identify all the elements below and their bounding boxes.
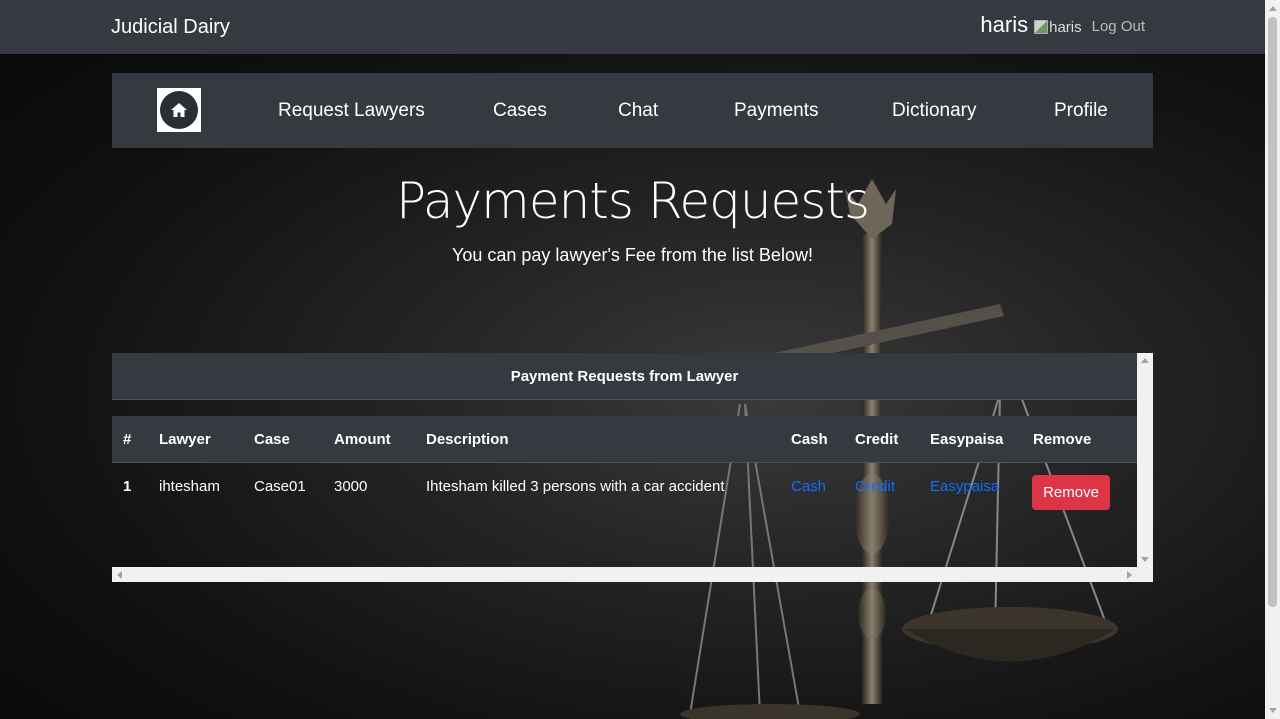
row-description: Ihtesham killed 3 persons with a car acc… — [426, 478, 725, 495]
table-horizontal-scrollbar[interactable] — [112, 567, 1153, 582]
row-amount: 3000 — [334, 478, 368, 495]
col-amount: Amount — [334, 431, 391, 448]
broken-image-icon — [1034, 20, 1049, 34]
username: haris — [980, 12, 1029, 37]
table-vertical-scrollbar[interactable] — [1137, 353, 1153, 567]
nav-chat[interactable]: Chat — [618, 100, 658, 122]
col-case: Case — [254, 431, 290, 448]
page-subtitle: You can pay lawyer's Fee from the list B… — [452, 245, 813, 265]
logout-link[interactable]: Log Out — [1092, 18, 1145, 35]
page-scrollbar[interactable] — [1265, 0, 1280, 719]
remove-button[interactable]: Remove — [1032, 475, 1110, 510]
avatar-alt-text: haris — [1049, 18, 1082, 36]
nav-profile[interactable]: Profile — [1054, 100, 1108, 122]
col-credit: Credit — [855, 431, 899, 448]
nav-payments[interactable]: Payments — [734, 100, 818, 122]
col-easypaisa: Easypaisa — [930, 431, 1004, 448]
scroll-right-icon[interactable] — [1127, 571, 1132, 579]
nav-request-lawyers[interactable]: Request Lawyers — [278, 100, 425, 122]
row-case: Case01 — [254, 478, 306, 495]
home-button[interactable] — [157, 88, 201, 132]
col-index: # — [123, 431, 132, 448]
col-cash: Cash — [791, 431, 828, 448]
table-caption: Payment Requests from Lawyer — [112, 353, 1137, 400]
page-scroll-up-icon[interactable] — [1269, 6, 1277, 11]
page-scroll-down-icon[interactable] — [1269, 708, 1277, 713]
pay-credit-link[interactable]: Credit — [855, 478, 895, 495]
home-icon — [160, 91, 198, 129]
col-remove: Remove — [1033, 431, 1092, 448]
page-scroll-thumb[interactable] — [1268, 17, 1277, 607]
nav-dictionary[interactable]: Dictionary — [892, 100, 976, 122]
col-description: Description — [426, 431, 509, 448]
nav-cases[interactable]: Cases — [493, 100, 547, 122]
pay-cash-link[interactable]: Cash — [791, 478, 826, 495]
scroll-left-icon[interactable] — [117, 571, 122, 579]
avatar: haris — [1034, 19, 1082, 36]
brand-link[interactable]: Judicial Dairy — [111, 16, 230, 39]
row-index: 1 — [123, 478, 132, 495]
payments-table-container: Payment Requests from Lawyer # Lawyer Ca… — [112, 353, 1153, 582]
user-area: haris haris Log Out — [980, 12, 1145, 38]
scroll-up-icon[interactable] — [1141, 358, 1149, 363]
top-navbar: Judicial Dairy haris haris Log Out — [0, 0, 1265, 54]
page-title: Payments Requests — [396, 172, 870, 230]
col-lawyer: Lawyer — [159, 431, 211, 448]
pay-easypaisa-link[interactable]: Easypaisa — [930, 478, 999, 495]
table-header: # Lawyer Case Amount Description Cash Cr… — [112, 416, 1137, 463]
row-lawyer: ihtesham — [159, 478, 220, 495]
scroll-down-icon[interactable] — [1141, 557, 1149, 562]
table-row: 1 ihtesham Case01 3000 Ihtesham killed 3… — [112, 463, 1137, 567]
main-navigation: Request Lawyers Cases Chat Payments Dict… — [112, 73, 1153, 148]
